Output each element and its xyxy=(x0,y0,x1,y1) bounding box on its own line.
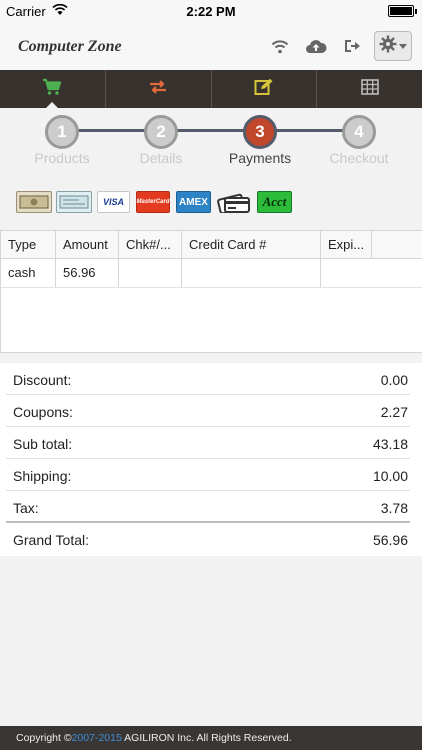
cell-type[interactable]: cash xyxy=(1,259,56,287)
visa-icon[interactable]: VISA xyxy=(97,191,130,213)
cash-icon[interactable] xyxy=(16,191,52,213)
table-row[interactable]: cash 56.96 xyxy=(1,259,422,288)
edit-icon xyxy=(254,78,274,101)
gear-icon xyxy=(379,35,397,58)
tab-cart[interactable] xyxy=(0,70,106,108)
settings-button[interactable] xyxy=(374,31,412,61)
app-header: Computer Zone xyxy=(0,22,422,70)
copyright-prefix: Copyright © xyxy=(16,732,72,744)
cell-amount[interactable]: 56.96 xyxy=(56,259,119,287)
column-header-type[interactable]: Type xyxy=(1,231,56,258)
step-2-circle[interactable]: 2 xyxy=(144,115,178,149)
cart-icon xyxy=(42,78,62,101)
coupons-value: 2.27 xyxy=(380,404,408,420)
wifi-icon[interactable] xyxy=(268,36,292,56)
logout-icon[interactable] xyxy=(340,36,364,56)
order-totals: Discount: 0.00 Coupons: 2.27 Sub total: … xyxy=(0,363,422,556)
step-4-label: Checkout xyxy=(329,150,389,166)
battery-icon xyxy=(388,5,417,17)
step-3-label: Payments xyxy=(228,150,292,166)
status-bar: Carrier 2:22 PM xyxy=(0,0,422,22)
subtotal-value: 43.18 xyxy=(372,436,408,452)
table-header: Type Amount Chk#/... Credit Card # Expi.… xyxy=(1,231,422,259)
step-3-circle[interactable]: 3 xyxy=(243,115,277,149)
footer: Copyright ©2007-2015 AGILIRON Inc. All R… xyxy=(0,726,422,750)
app-title: Computer Zone xyxy=(18,38,122,55)
grand-total-label: Grand Total: xyxy=(13,532,90,548)
tab-transfer[interactable] xyxy=(106,70,212,108)
payments-table: Type Amount Chk#/... Credit Card # Expi.… xyxy=(0,230,422,353)
step-4-circle[interactable]: 4 xyxy=(342,115,376,149)
subtotal-label: Sub total: xyxy=(13,436,73,452)
column-header-amount[interactable]: Amount xyxy=(56,231,119,258)
tab-grid[interactable] xyxy=(317,70,422,108)
chevron-down-icon xyxy=(399,37,407,55)
shipping-label: Shipping: xyxy=(13,468,72,484)
check-icon[interactable] xyxy=(56,191,92,213)
tab-edit[interactable] xyxy=(212,70,318,108)
clock: 2:22 PM xyxy=(186,4,236,19)
grand-total-value: 56.96 xyxy=(372,532,408,548)
shipping-row: Shipping: 10.00 xyxy=(6,459,410,491)
copyright-years-link[interactable]: 2007-2015 xyxy=(72,732,122,744)
account-icon[interactable]: Acct xyxy=(257,191,292,213)
column-header-check-number[interactable]: Chk#/... xyxy=(119,231,182,258)
amex-icon[interactable]: AMEX xyxy=(176,191,211,213)
grid-icon xyxy=(360,78,379,100)
tax-label: Tax: xyxy=(13,500,39,516)
cell-expiry[interactable] xyxy=(321,259,372,287)
cloud-upload-icon[interactable] xyxy=(304,36,328,56)
cell-credit-card[interactable] xyxy=(182,259,321,287)
discount-row: Discount: 0.00 xyxy=(6,363,410,395)
column-header-credit-card[interactable]: Credit Card # xyxy=(182,231,321,258)
subtotal-row: Sub total: 43.18 xyxy=(6,427,410,459)
mastercard-icon[interactable]: MasterCard xyxy=(136,191,170,213)
coupons-row: Coupons: 2.27 xyxy=(6,395,410,427)
cell-check-number[interactable] xyxy=(119,259,182,287)
step-2-label: Details xyxy=(139,150,183,166)
swap-arrows-icon xyxy=(148,79,168,100)
tax-value: 3.78 xyxy=(380,500,408,516)
shipping-value: 10.00 xyxy=(372,468,408,484)
section-tab-bar xyxy=(0,70,422,108)
tax-row: Tax: 3.78 xyxy=(6,491,410,523)
grand-total-row: Grand Total: 56.96 xyxy=(6,523,410,555)
step-1-label: Products xyxy=(34,150,90,166)
progress-track xyxy=(62,129,360,132)
discount-value: 0.00 xyxy=(380,372,408,388)
coupons-label: Coupons: xyxy=(13,404,73,420)
column-header-expiry[interactable]: Expi... xyxy=(321,231,372,258)
gift-card-icon[interactable] xyxy=(216,191,251,213)
step-1-circle[interactable]: 1 xyxy=(45,115,79,149)
checkout-progress: 1 2 3 4 Products Details Payments Checko… xyxy=(0,108,422,173)
discount-label: Discount: xyxy=(13,372,72,388)
copyright-suffix: AGILIRON Inc. All Rights Reserved. xyxy=(121,732,292,744)
